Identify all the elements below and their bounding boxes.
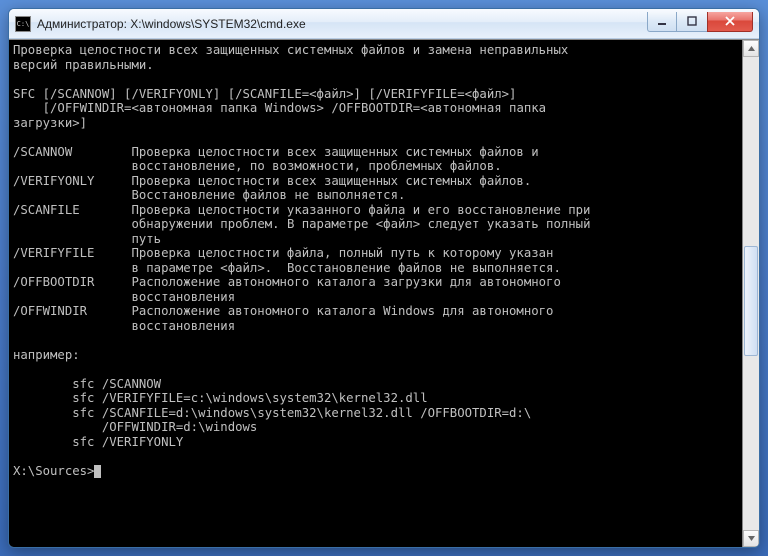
titlebar[interactable]: C:\ Администратор: X:\windows\SYSTEM32\c…	[9, 9, 759, 39]
close-button[interactable]	[707, 12, 753, 32]
window-title: Администратор: X:\windows\SYSTEM32\cmd.e…	[37, 17, 647, 31]
scroll-down-button[interactable]	[743, 530, 759, 547]
scroll-track[interactable]	[743, 57, 759, 530]
maximize-button[interactable]	[677, 12, 707, 32]
cmd-icon: C:\	[15, 16, 31, 32]
scroll-thumb[interactable]	[744, 246, 758, 356]
vertical-scrollbar[interactable]	[742, 40, 759, 547]
minimize-button[interactable]	[647, 12, 677, 32]
maximize-icon	[687, 16, 697, 26]
chevron-up-icon	[748, 46, 755, 51]
chevron-down-icon	[748, 536, 755, 541]
prompt[interactable]: X:\Sources>	[13, 464, 94, 478]
window-controls	[647, 12, 753, 32]
minimize-icon	[657, 16, 667, 26]
client-area: Проверка целостности всех защищенных сис…	[9, 39, 759, 547]
scroll-up-button[interactable]	[743, 40, 759, 57]
console-output[interactable]: Проверка целостности всех защищенных сис…	[9, 40, 742, 547]
close-icon	[724, 16, 736, 26]
cmd-window: C:\ Администратор: X:\windows\SYSTEM32\c…	[8, 8, 760, 548]
cursor	[94, 465, 101, 478]
